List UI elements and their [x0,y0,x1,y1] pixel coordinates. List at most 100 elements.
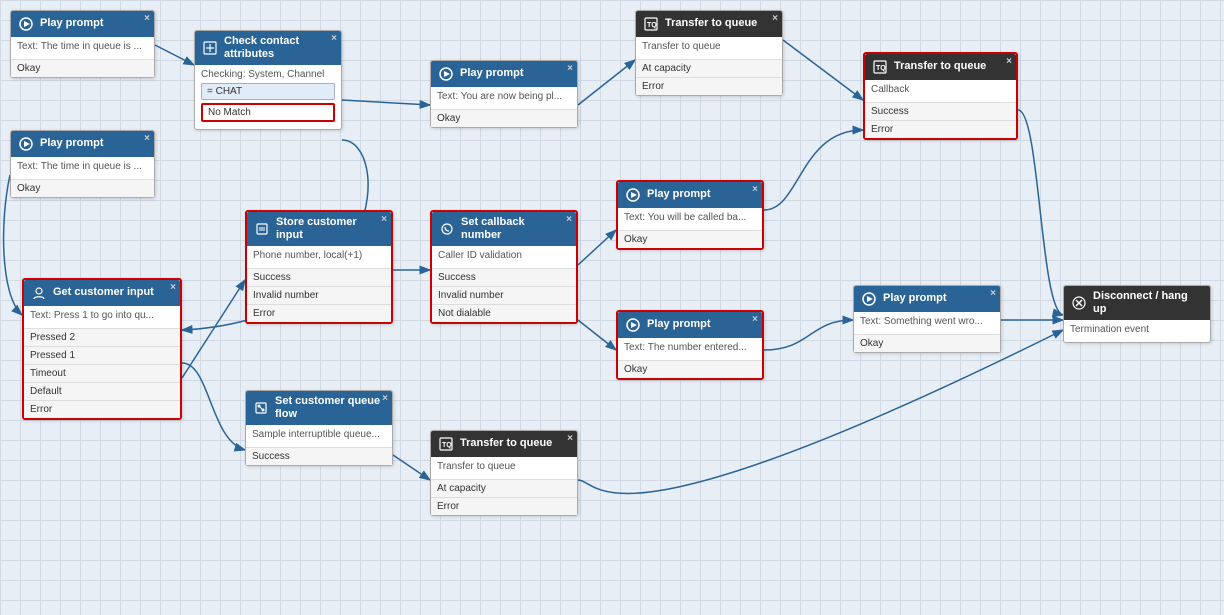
output-okay[interactable]: Okay [11,59,154,77]
node-header: Play prompt × [11,11,154,37]
close-button[interactable]: × [381,214,387,225]
close-button[interactable]: × [566,214,572,225]
svg-text:TQ: TQ [876,65,886,72]
sub-text: Callback [871,84,1010,95]
output-error[interactable]: Error [431,497,577,515]
play-prompt-node-1: Play prompt × Text: The time in queue is… [10,10,155,78]
output-pressed1[interactable]: Pressed 1 [24,346,180,364]
body-text: Text: Press 1 to go into qu... [30,310,174,321]
node-header: Play prompt × [618,182,762,208]
node-header: TQ Transfer to queue × [636,11,782,37]
output-invalid[interactable]: Invalid number [247,286,391,304]
node-title: Play prompt [883,292,947,305]
node-body: Checking: System, Channel = CHAT No Matc… [195,65,341,129]
node-title: Disconnect / hang up [1093,290,1204,316]
output-error[interactable]: Error [24,400,180,418]
body-text: Text: The time in queue is ... [17,41,148,52]
output-success[interactable]: Success [865,102,1016,120]
body-text: Caller ID validation [438,250,570,261]
body-text: Text: Something went wro... [860,316,994,327]
output-not-dialable[interactable]: Not dialable [432,304,576,322]
get-customer-input-node: Get customer input × Text: Press 1 to go… [22,278,182,420]
output-success[interactable]: Success [432,268,576,286]
node-title: Set callbacknumber [461,216,525,242]
node-title: Set customer queueflow [275,395,380,421]
svg-text:TQ: TQ [647,22,657,29]
play-icon [624,186,642,204]
close-button[interactable]: × [331,33,337,44]
close-button[interactable]: × [170,282,176,293]
node-body: Transfer to queue [636,37,782,59]
callback-icon [438,220,456,238]
store-icon [253,220,271,238]
close-button[interactable]: × [1006,56,1012,67]
output-at-capacity[interactable]: At capacity [636,59,782,77]
close-button[interactable]: × [772,13,778,24]
close-button[interactable]: × [144,133,150,144]
node-body: Phone number, local(+1) [247,246,391,268]
node-body: Callback [865,80,1016,102]
output-error[interactable]: Error [247,304,391,322]
node-header: Store customerinput × [247,212,391,246]
output-timeout[interactable]: Timeout [24,364,180,382]
output-okay[interactable]: Okay [431,109,577,127]
disconnect-node: Disconnect / hang up Termination event [1063,285,1211,343]
node-body: Text: Something went wro... [854,312,1000,334]
body-text: Phone number, local(+1) [253,250,385,261]
close-button[interactable]: × [990,288,996,299]
node-header: Disconnect / hang up [1064,286,1210,320]
node-header: Set customer queueflow × [246,391,392,425]
flow-icon [252,399,270,417]
node-body: Text: The number entered... [618,338,762,360]
close-button[interactable]: × [144,13,150,24]
transfer-icon: TQ [437,435,455,453]
node-header: Get customer input × [24,280,180,306]
set-customer-queue-flow-node: Set customer queueflow × Sample interrup… [245,390,393,466]
body-text: Text: The number entered... [624,342,756,353]
close-button[interactable]: × [567,433,573,444]
body-text: Text: You are now being pl... [437,91,571,102]
output-error[interactable]: Error [636,77,782,95]
play-icon [624,316,642,334]
sub-text: Transfer to queue [642,41,776,52]
close-button[interactable]: × [382,393,388,404]
transfer-icon: TQ [642,15,660,33]
output-okay[interactable]: Okay [11,179,154,197]
node-title: Get customer input [53,286,154,299]
svg-text:TQ: TQ [442,442,452,449]
output-invalid[interactable]: Invalid number [432,286,576,304]
output-error[interactable]: Error [865,120,1016,138]
play-prompt-number-entered-node: Play prompt × Text: The number entered..… [616,310,764,380]
node-header: Play prompt × [431,61,577,87]
play-prompt-node-3: Play prompt × Text: You are now being pl… [430,60,578,128]
output-at-capacity[interactable]: At capacity [431,479,577,497]
node-body: Text: The time in queue is ... [11,37,154,59]
play-icon [860,290,878,308]
output-okay[interactable]: Okay [618,230,762,248]
node-body: Text: Press 1 to go into qu... [24,306,180,328]
node-body: Caller ID validation [432,246,576,268]
body-text: Sample interruptible queue... [252,429,386,440]
close-button[interactable]: × [752,314,758,325]
chat-value: = CHAT [201,83,335,100]
sub-text: Transfer to queue [437,461,571,472]
output-okay[interactable]: Okay [618,360,762,378]
transfer-queue-node-3: TQ Transfer to queue × Transfer to queue… [430,430,578,516]
output-success[interactable]: Success [247,268,391,286]
node-title: Transfer to queue [894,60,986,73]
output-default[interactable]: Default [24,382,180,400]
set-callback-number-node: Set callbacknumber × Caller ID validatio… [430,210,578,324]
node-title: Play prompt [647,188,711,201]
output-success[interactable]: Success [246,447,392,465]
node-header: Play prompt × [618,312,762,338]
close-button[interactable]: × [567,63,573,74]
node-title: Transfer to queue [460,437,552,450]
play-prompt-callback-node: Play prompt × Text: You will be called b… [616,180,764,250]
store-customer-input-node: Store customerinput × Phone number, loca… [245,210,393,324]
output-okay[interactable]: Okay [854,334,1000,352]
close-button[interactable]: × [752,184,758,195]
node-title: Play prompt [460,67,524,80]
node-body: Sample interruptible queue... [246,425,392,447]
node-header: Play prompt × [854,286,1000,312]
output-pressed2[interactable]: Pressed 2 [24,328,180,346]
